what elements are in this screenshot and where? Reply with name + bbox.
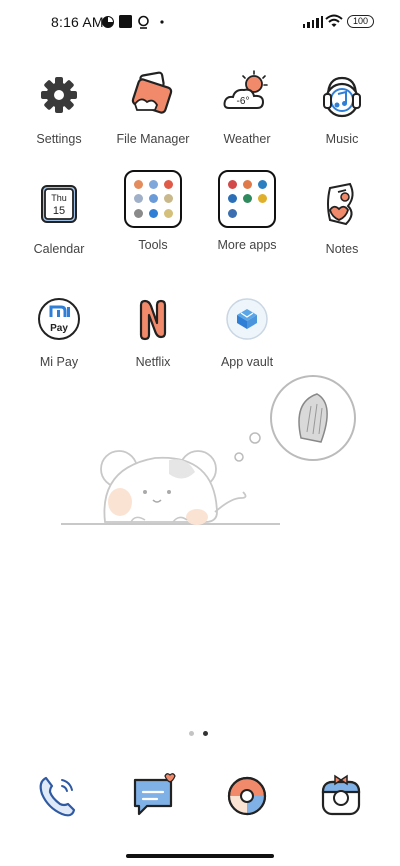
clock: 8:16 AM	[51, 14, 104, 30]
app-label: Settings	[36, 132, 82, 146]
netflix-icon	[139, 299, 167, 341]
status-bar: 8:16 AM 100	[0, 0, 400, 44]
page-dot-active[interactable]	[203, 731, 208, 736]
camera-icon	[321, 774, 361, 816]
app-weather[interactable]: -6° Weather	[199, 70, 295, 146]
folder-tools[interactable]: Tools	[105, 170, 201, 252]
app-label: Calendar	[33, 242, 85, 256]
phone-icon	[39, 776, 76, 817]
gear-icon	[41, 77, 77, 113]
battery-icon: 100	[347, 15, 374, 28]
app-label: Music	[325, 132, 359, 146]
dot-icon	[160, 20, 164, 24]
assistant-icon	[138, 15, 149, 29]
mi-pay-text: Pay	[50, 323, 68, 334]
page-dot[interactable]	[189, 731, 194, 736]
folder-more-apps[interactable]: More apps	[199, 170, 295, 252]
app-calendar[interactable]: Thu 15 Calendar	[11, 180, 107, 256]
calendar-day: Thu	[51, 193, 67, 203]
app-mi-pay[interactable]: Pay Mi Pay	[11, 293, 107, 369]
app-vault-icon	[226, 298, 268, 340]
page-indicator	[189, 731, 213, 737]
app-netflix[interactable]: Netflix	[105, 293, 201, 369]
weather-icon: -6°	[223, 70, 268, 109]
dock-messages[interactable]	[125, 770, 181, 822]
app-notes[interactable]: Notes	[294, 180, 390, 256]
app-label: Tools	[138, 238, 168, 252]
app-label: File Manager	[116, 132, 190, 146]
square-icon	[119, 15, 132, 28]
mi-pay-icon: Pay	[38, 298, 80, 340]
wifi-icon	[325, 14, 343, 27]
folder-icon	[131, 71, 173, 114]
dock-phone[interactable]	[30, 770, 86, 822]
home-indicator[interactable]	[126, 854, 274, 858]
calendar-date: 15	[53, 205, 65, 217]
dock-browser[interactable]	[219, 770, 275, 822]
app-music[interactable]: Music	[294, 70, 390, 146]
folder-more-apps-icon	[218, 170, 276, 228]
app-settings[interactable]: Settings	[11, 70, 107, 146]
app-label: Weather	[223, 132, 271, 146]
browser-icon	[227, 776, 267, 816]
dock-camera[interactable]	[313, 770, 369, 822]
music-icon	[323, 76, 361, 118]
notification-icon	[102, 16, 114, 28]
app-app-vault[interactable]: App vault	[199, 293, 295, 369]
app-label: App vault	[220, 355, 274, 369]
app-label: Netflix	[135, 355, 171, 369]
calendar-icon: Thu 15	[41, 185, 77, 223]
app-label: Mi Pay	[39, 355, 79, 369]
notes-icon	[327, 182, 354, 226]
app-label: More apps	[217, 238, 277, 252]
weather-temp: -6°	[237, 96, 250, 107]
messages-icon	[133, 773, 176, 816]
folder-tools-icon	[124, 170, 182, 228]
signal-icon	[303, 15, 324, 28]
app-label: Notes	[325, 242, 359, 256]
app-file-manager[interactable]: File Manager	[105, 70, 201, 146]
wallpaper-hamster-illustration	[61, 375, 356, 525]
